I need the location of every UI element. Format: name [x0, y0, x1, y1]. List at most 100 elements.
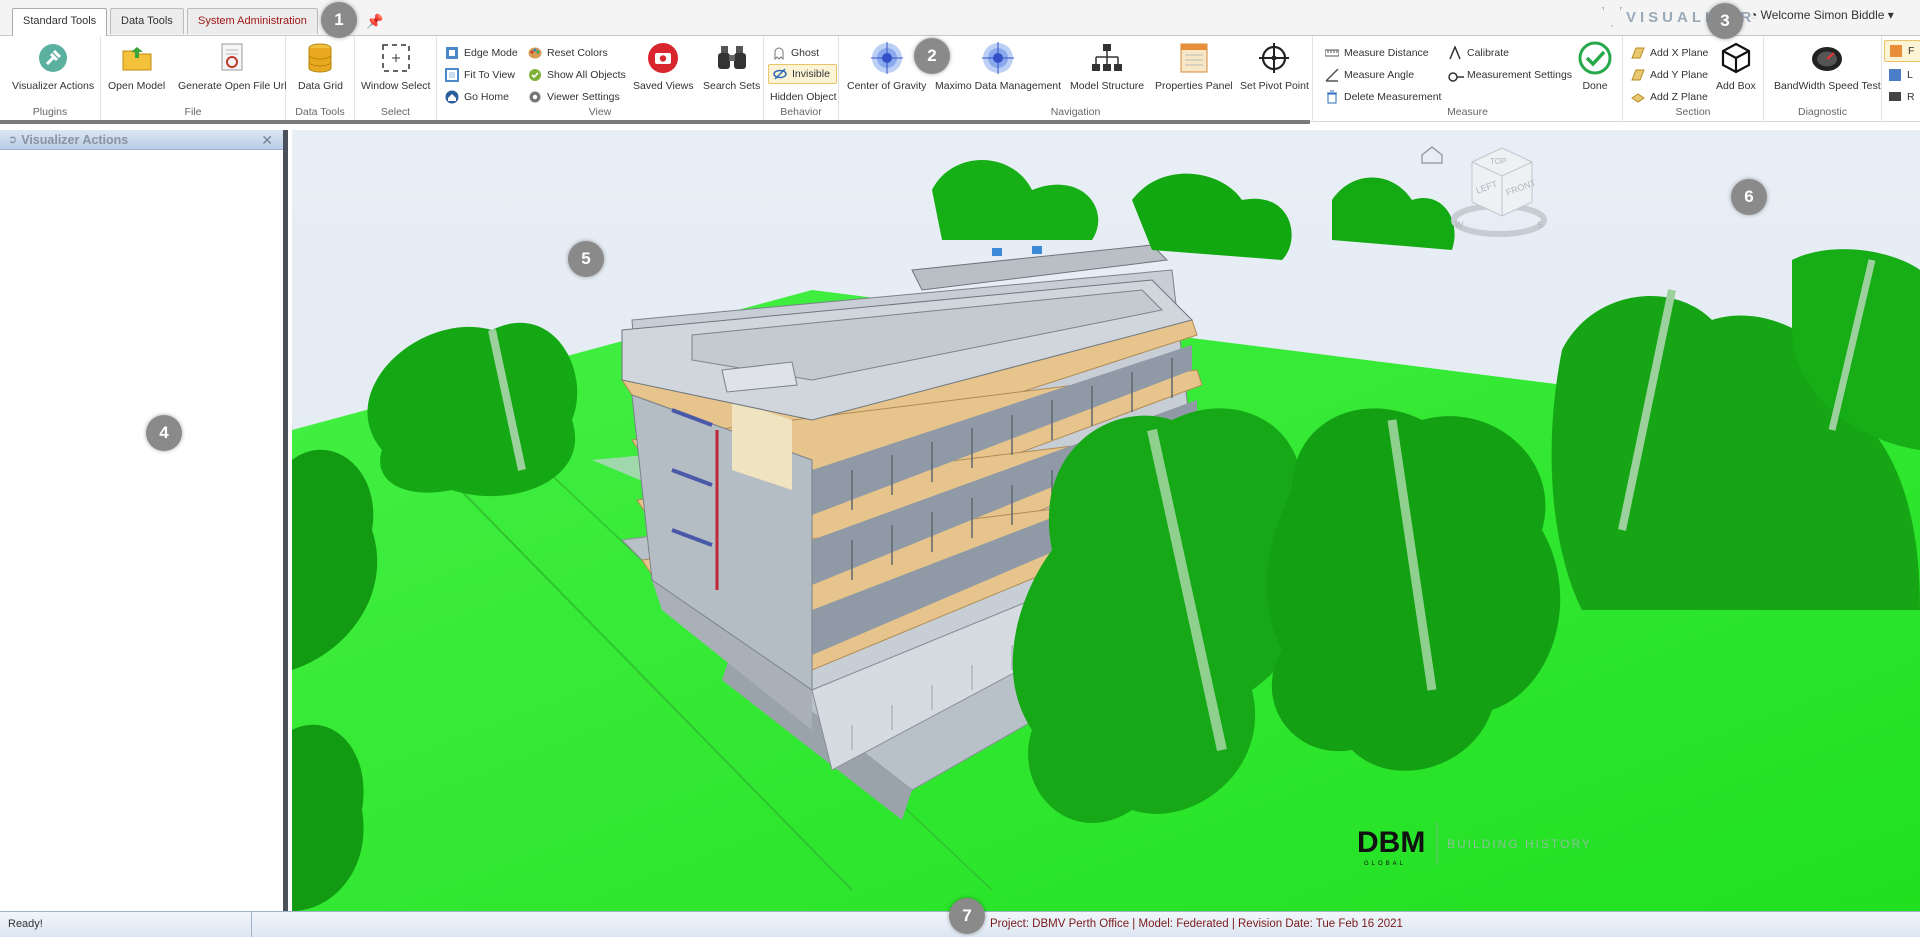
group-label-data-tools: Data Tools	[295, 106, 345, 118]
gear-icon	[528, 90, 542, 104]
measure-angle-button[interactable]: Measure Angle	[1325, 66, 1414, 84]
fit-to-view-icon	[445, 68, 459, 82]
measurement-settings-button[interactable]: Measurement Settings	[1448, 66, 1572, 84]
properties-icon	[1176, 40, 1212, 76]
add-x-plane-button[interactable]: Add X Plane	[1631, 44, 1708, 62]
search-sets-button[interactable]: Search Sets	[703, 40, 760, 92]
plug-icon	[35, 40, 71, 76]
panel-header: ➲ Visualizer Actions ✕	[0, 130, 283, 150]
watermark-sub: GLOBAL	[1364, 861, 1406, 867]
group-file: Open Model Generate Open File Url File	[101, 36, 287, 122]
show-all-objects-button[interactable]: Show All Objects	[528, 66, 626, 84]
ruler-icon	[1324, 46, 1340, 60]
watermark-tagline: BUILDING HISTORY	[1447, 837, 1592, 851]
tab-system-administration[interactable]: System Administration	[187, 8, 318, 34]
measure-distance-button[interactable]: Measure Distance	[1324, 44, 1429, 62]
window-select-button[interactable]: Window Select	[361, 40, 430, 92]
camera-icon	[645, 40, 681, 76]
calibrate-icon	[1448, 45, 1462, 60]
edge-mode-button[interactable]: Edge Mode	[445, 44, 518, 62]
reset-colors-button[interactable]: Reset Colors	[528, 44, 608, 62]
y-plane-icon	[1631, 68, 1645, 82]
add-box-button[interactable]: Add Box	[1716, 40, 1756, 92]
callout-badge-1: 1	[321, 2, 357, 38]
open-model-button[interactable]: Open Model	[108, 40, 165, 92]
data-grid-button[interactable]: Data Grid	[298, 40, 343, 92]
group-overflow: F L R	[1882, 36, 1920, 122]
measurement-settings-icon	[1448, 68, 1464, 82]
close-icon[interactable]: ✕	[261, 132, 273, 149]
saved-views-button[interactable]: Saved Views	[633, 40, 694, 92]
cube-icon	[1718, 40, 1754, 76]
group-label-navigation: Navigation	[1050, 106, 1101, 118]
ribbon-tab-bar: Standard Tools Data Tools System Adminis…	[0, 0, 1920, 36]
maximo-data-management-button[interactable]: Maximo Data Management	[935, 40, 1061, 92]
overflow-button-r[interactable]: R	[1888, 88, 1915, 106]
database-icon	[302, 40, 338, 76]
folder-icon	[119, 40, 155, 76]
bandwidth-speed-test-button[interactable]: BandWidth Speed Test	[1774, 40, 1881, 92]
add-y-plane-button[interactable]: Add Y Plane	[1631, 66, 1708, 84]
ribbon: Visualizer Actions Plugins Open Model Ge…	[0, 36, 1920, 124]
set-pivot-point-button[interactable]: Set Pivot Point	[1240, 40, 1309, 92]
fit-to-view-button[interactable]: Fit To View	[445, 66, 515, 84]
done-button[interactable]: Done	[1577, 40, 1613, 92]
tab-standard-tools[interactable]: Standard Tools	[12, 8, 108, 36]
visualizer-actions-button[interactable]: Visualizer Actions	[12, 40, 94, 92]
invisible-button[interactable]: Invisible	[768, 64, 837, 84]
group-label-measure: Measure	[1447, 106, 1488, 118]
pin-icon[interactable]: 📌	[366, 13, 383, 30]
group-label-diagnostic: Diagnostic	[1797, 106, 1848, 118]
model-structure-button[interactable]: Model Structure	[1070, 40, 1144, 92]
app-window: Standard Tools Data Tools System Adminis…	[0, 0, 1920, 937]
group-label-behavior: Behavior	[780, 106, 822, 118]
viewcube-top-label: TOP	[1490, 157, 1506, 166]
document-link-icon	[214, 40, 250, 76]
group-section: Add X Plane Add Y Plane Add Z Plane Add …	[1623, 36, 1764, 122]
calibrate-button[interactable]: Calibrate	[1448, 44, 1509, 62]
callout-badge-5: 5	[568, 241, 604, 277]
overflow-r-icon	[1888, 90, 1902, 104]
overflow-button-l[interactable]: L	[1888, 66, 1913, 84]
properties-panel-button[interactable]: Properties Panel	[1155, 40, 1233, 92]
welcome-text: Welcome Simon Biddle	[1760, 8, 1885, 22]
hidden-object-label: Hidden Object	[770, 91, 837, 103]
callout-badge-2: 2	[914, 38, 950, 74]
group-data-tools: Data Grid Data Tools	[286, 36, 355, 122]
go-home-button[interactable]: Go Home	[445, 88, 509, 106]
group-label-section: Section	[1675, 106, 1711, 118]
center-gravity-icon	[869, 40, 905, 76]
overflow-l-icon	[1888, 68, 1902, 82]
z-plane-icon	[1631, 90, 1645, 104]
ghost-button[interactable]: Ghost	[772, 44, 819, 62]
viewer-settings-button[interactable]: Viewer Settings	[528, 88, 620, 106]
overflow-f-icon	[1889, 44, 1903, 58]
chevron-down-icon: ▾	[1887, 8, 1894, 22]
delete-measurement-button[interactable]: Delete Measurement	[1325, 88, 1441, 106]
3d-scene[interactable]: TOP LEFT FRONT W S DBM GLOBAL BUILDING H…	[292, 130, 1920, 911]
collapse-arrow-icon[interactable]: ➲	[8, 133, 17, 146]
add-z-plane-button[interactable]: Add Z Plane	[1631, 88, 1708, 106]
user-icon: ◔	[1750, 8, 1758, 22]
crosshair-icon	[1256, 40, 1292, 76]
edge-mode-icon	[445, 46, 459, 60]
eye-slash-icon	[773, 67, 787, 81]
group-behavior: Ghost Invisible Hidden Object Behavior	[764, 36, 839, 122]
callout-badge-6: 6	[1731, 179, 1767, 215]
ribbon-scrollbar[interactable]	[0, 120, 1310, 124]
overflow-button-f[interactable]: F	[1884, 40, 1920, 62]
check-circle-icon	[1577, 40, 1613, 76]
group-select: Window Select Select	[355, 36, 437, 122]
callout-badge-3: 3	[1707, 3, 1743, 39]
speedometer-icon	[1809, 40, 1845, 76]
group-measure: Measure Distance Measure Angle Delete Me…	[1313, 36, 1623, 122]
generate-open-file-url-button[interactable]: Generate Open File Url	[178, 40, 287, 92]
tab-data-tools[interactable]: Data Tools	[110, 8, 184, 34]
angle-icon	[1325, 68, 1339, 82]
user-menu[interactable]: ◔ Welcome Simon Biddle ▾	[1750, 8, 1894, 22]
group-navigation: Center of Gravity Maximo Data Management…	[839, 36, 1313, 122]
3d-viewport[interactable]: TOP LEFT FRONT W S DBM GLOBAL BUILDING H…	[292, 130, 1920, 911]
panel-title: Visualizer Actions	[21, 132, 129, 147]
home-icon	[445, 90, 459, 104]
center-of-gravity-button[interactable]: Center of Gravity	[847, 40, 926, 92]
